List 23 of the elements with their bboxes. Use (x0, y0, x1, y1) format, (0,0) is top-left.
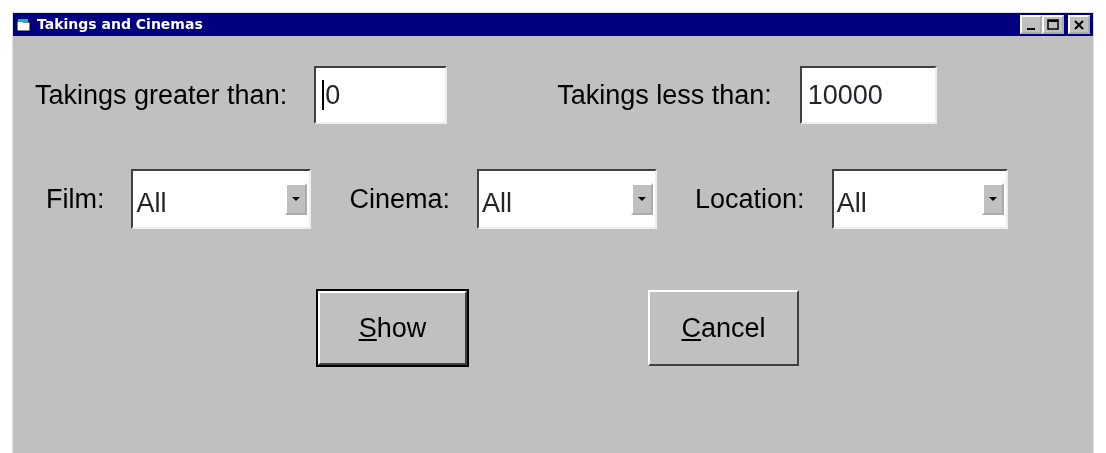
dropdown[interactable]: All (831, 169, 1008, 229)
field-label: Location: (695, 182, 805, 216)
close-button[interactable] (1068, 15, 1090, 34)
dropdown-arrow-icon (292, 196, 301, 202)
input-field[interactable]: 0 (314, 66, 448, 124)
dropdown-arrow-icon (988, 196, 997, 202)
minimize-button[interactable] (1020, 15, 1042, 34)
input-field[interactable]: 10000 (799, 66, 937, 124)
close-icon (1074, 19, 1084, 30)
action-button[interactable]: Cancel (648, 290, 799, 366)
dropdown-arrow-icon (638, 196, 647, 202)
maximize-icon (1047, 19, 1059, 30)
maximize-button[interactable] (1042, 15, 1064, 34)
field-label: Takings greater than: (35, 78, 288, 112)
field-label: Cinema: (349, 182, 451, 216)
default-button[interactable]: Show (317, 290, 468, 366)
dropdown[interactable]: All (131, 169, 312, 229)
field-label: Takings less than: (557, 78, 772, 112)
minimize-icon (1027, 27, 1035, 30)
dropdown[interactable]: All (477, 169, 658, 229)
window-title: Takings and Cinemas (37, 15, 203, 34)
field-label: Film: (46, 182, 105, 216)
folder-icon (16, 17, 32, 32)
